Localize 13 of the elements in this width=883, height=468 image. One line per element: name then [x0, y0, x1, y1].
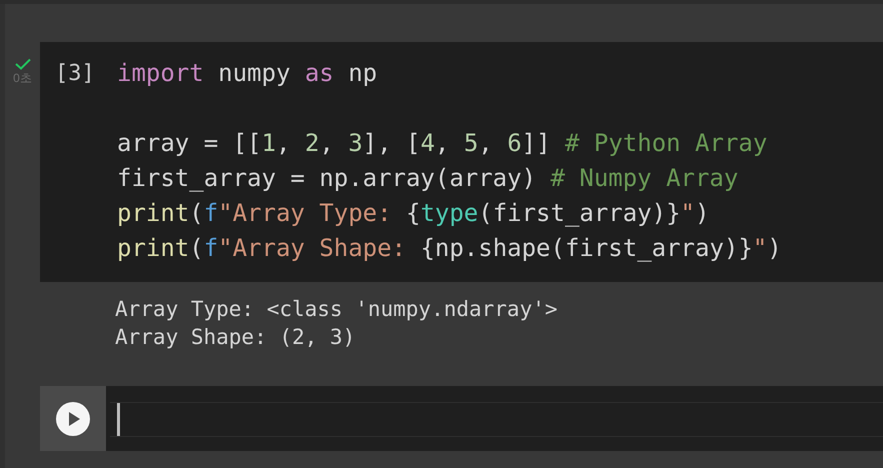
code-line: print(f"Array Type: {type(first_array)}") [117, 198, 710, 229]
code-cell[interactable] [40, 42, 883, 282]
code-line: first_array = np.array(array) # Numpy Array [117, 163, 740, 194]
code-line: print(f"Array Shape: {np.shape(first_array)}") [117, 233, 782, 264]
text-cursor [117, 403, 120, 436]
play-icon [56, 402, 90, 436]
run-cell-button[interactable] [40, 386, 106, 451]
output-line: Array Type: <class 'numpy.ndarray'> [115, 296, 559, 323]
execution-count: [3] [54, 60, 96, 88]
code-line: array = [[1, 2, 3], [4, 5, 6]] # Python Array [117, 128, 768, 159]
code-line: import numpy as np [117, 58, 378, 89]
output-line: Array Shape: (2, 3) [115, 324, 356, 351]
code-input-field[interactable] [110, 402, 883, 437]
